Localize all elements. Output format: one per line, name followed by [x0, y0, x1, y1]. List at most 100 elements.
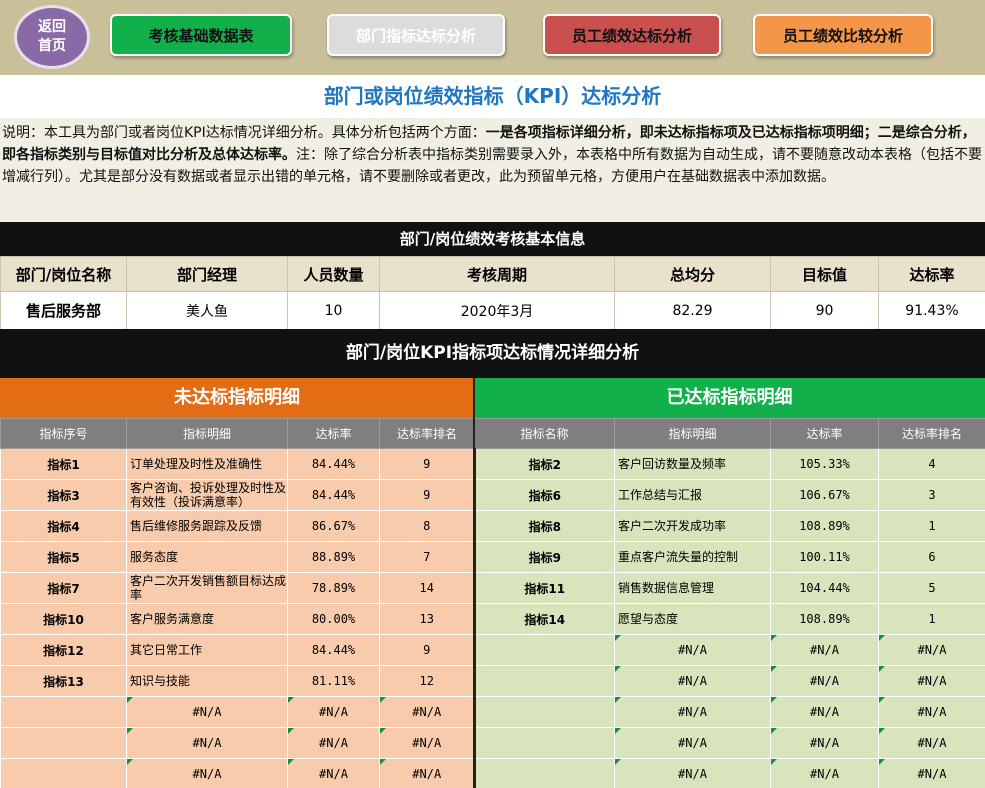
met-rate-cell[interactable]: #N/A: [770, 634, 879, 666]
met-index-cell[interactable]: 指标2: [474, 448, 615, 480]
met-rate-cell[interactable]: 106.67%: [770, 479, 879, 511]
employee-kpi-analysis-button[interactable]: 员工绩效达标分析: [543, 14, 721, 56]
met-rank-cell[interactable]: 3: [878, 479, 985, 511]
dept-name-cell[interactable]: 售后服务部: [0, 291, 127, 330]
met-detail-cell[interactable]: #N/A: [614, 696, 771, 728]
met-index-cell[interactable]: [474, 727, 615, 759]
met-index-cell[interactable]: 指标11: [474, 572, 615, 604]
unmet-index-cell[interactable]: 指标3: [0, 479, 127, 511]
met-rank-cell[interactable]: 1: [878, 510, 985, 542]
unmet-rank-cell[interactable]: 9: [379, 634, 476, 666]
unmet-rate-cell[interactable]: #N/A: [287, 758, 380, 788]
unmet-rank-cell[interactable]: 14: [379, 572, 476, 604]
met-rank-cell[interactable]: #N/A: [878, 758, 985, 788]
unmet-index-cell[interactable]: 指标5: [0, 541, 127, 573]
unmet-index-cell[interactable]: 指标1: [0, 448, 127, 480]
met-index-cell[interactable]: [474, 696, 615, 728]
unmet-detail-cell[interactable]: 其它日常工作: [126, 634, 288, 666]
met-rate-cell[interactable]: 108.89%: [770, 510, 879, 542]
met-index-cell[interactable]: [474, 634, 615, 666]
unmet-detail-cell[interactable]: 知识与技能: [126, 665, 288, 697]
met-rate-cell[interactable]: #N/A: [770, 696, 879, 728]
met-detail-cell[interactable]: 重点客户流失量的控制: [614, 541, 771, 573]
unmet-rank-cell[interactable]: 9: [379, 479, 476, 511]
unmet-rate-cell[interactable]: 81.11%: [287, 665, 380, 697]
unmet-rank-cell[interactable]: #N/A: [379, 758, 476, 788]
met-index-cell[interactable]: [474, 665, 615, 697]
unmet-index-cell[interactable]: [0, 758, 127, 788]
unmet-rank-cell[interactable]: 7: [379, 541, 476, 573]
avg-score-cell[interactable]: 82.29: [614, 291, 771, 330]
rate-cell[interactable]: 91.43%: [878, 291, 985, 330]
dept-kpi-analysis-button[interactable]: 部门指标达标分析: [327, 14, 505, 56]
met-detail-cell[interactable]: 销售数据信息管理: [614, 572, 771, 604]
unmet-detail-cell[interactable]: 客户服务满意度: [126, 603, 288, 635]
unmet-rate-cell[interactable]: 88.89%: [287, 541, 380, 573]
met-detail-cell[interactable]: #N/A: [614, 634, 771, 666]
unmet-rate-cell[interactable]: 84.44%: [287, 448, 380, 480]
unmet-rate-cell[interactable]: 80.00%: [287, 603, 380, 635]
met-detail-cell[interactable]: 工作总结与汇报: [614, 479, 771, 511]
met-rank-cell[interactable]: #N/A: [878, 665, 985, 697]
unmet-rank-cell[interactable]: 8: [379, 510, 476, 542]
basic-data-button[interactable]: 考核基础数据表: [110, 14, 292, 56]
met-rank-cell[interactable]: #N/A: [878, 634, 985, 666]
unmet-rate-cell[interactable]: 86.67%: [287, 510, 380, 542]
unmet-rank-cell[interactable]: 12: [379, 665, 476, 697]
period-cell[interactable]: 2020年3月: [379, 291, 615, 330]
met-detail-cell[interactable]: #N/A: [614, 665, 771, 697]
unmet-rate-cell[interactable]: 84.44%: [287, 479, 380, 511]
unmet-index-cell[interactable]: 指标7: [0, 572, 127, 604]
met-detail-cell[interactable]: #N/A: [614, 758, 771, 788]
met-index-cell[interactable]: 指标8: [474, 510, 615, 542]
met-detail-cell[interactable]: 客户回访数量及频率: [614, 448, 771, 480]
employee-compare-button[interactable]: 员工绩效比较分析: [753, 14, 933, 56]
met-index-cell[interactable]: [474, 758, 615, 788]
unmet-rank-cell[interactable]: #N/A: [379, 727, 476, 759]
unmet-rate-cell[interactable]: #N/A: [287, 696, 380, 728]
met-rate-cell[interactable]: 100.11%: [770, 541, 879, 573]
met-rate-cell[interactable]: 105.33%: [770, 448, 879, 480]
headcount-cell[interactable]: 10: [287, 291, 380, 330]
met-rank-cell[interactable]: 4: [878, 448, 985, 480]
met-detail-cell[interactable]: #N/A: [614, 727, 771, 759]
unmet-index-cell[interactable]: 指标4: [0, 510, 127, 542]
manager-cell[interactable]: 美人鱼: [126, 291, 288, 330]
unmet-detail-cell[interactable]: #N/A: [126, 758, 288, 788]
unmet-index-cell[interactable]: 指标12: [0, 634, 127, 666]
met-rate-cell[interactable]: 108.89%: [770, 603, 879, 635]
unmet-rank-cell[interactable]: 9: [379, 448, 476, 480]
met-rank-cell[interactable]: 5: [878, 572, 985, 604]
met-rank-cell[interactable]: #N/A: [878, 727, 985, 759]
unmet-rank-cell[interactable]: 13: [379, 603, 476, 635]
met-rank-cell[interactable]: 6: [878, 541, 985, 573]
unmet-detail-cell[interactable]: 售后维修服务跟踪及反馈: [126, 510, 288, 542]
met-detail-cell[interactable]: 愿望与态度: [614, 603, 771, 635]
met-rate-cell[interactable]: 104.44%: [770, 572, 879, 604]
unmet-detail-cell[interactable]: #N/A: [126, 727, 288, 759]
unmet-index-cell[interactable]: 指标10: [0, 603, 127, 635]
met-index-cell[interactable]: 指标6: [474, 479, 615, 511]
unmet-rate-cell[interactable]: 84.44%: [287, 634, 380, 666]
unmet-detail-cell[interactable]: 客户咨询、投诉处理及时性及有效性（投诉满意率）: [126, 479, 288, 511]
unmet-index-cell[interactable]: [0, 696, 127, 728]
unmet-detail-cell[interactable]: 客户二次开发销售额目标达成率: [126, 572, 288, 604]
met-detail-cell[interactable]: 客户二次开发成功率: [614, 510, 771, 542]
unmet-rate-cell[interactable]: 78.89%: [287, 572, 380, 604]
met-index-cell[interactable]: 指标14: [474, 603, 615, 635]
unmet-index-cell[interactable]: [0, 727, 127, 759]
unmet-index-cell[interactable]: 指标13: [0, 665, 127, 697]
unmet-detail-cell[interactable]: 订单处理及时性及准确性: [126, 448, 288, 480]
met-rate-cell[interactable]: #N/A: [770, 758, 879, 788]
target-cell[interactable]: 90: [770, 291, 879, 330]
met-index-cell[interactable]: 指标9: [474, 541, 615, 573]
unmet-detail-cell[interactable]: #N/A: [126, 696, 288, 728]
met-rate-cell[interactable]: #N/A: [770, 665, 879, 697]
unmet-rank-cell[interactable]: #N/A: [379, 696, 476, 728]
met-rank-cell[interactable]: #N/A: [878, 696, 985, 728]
home-button[interactable]: 返回 首页: [14, 5, 90, 69]
met-rate-cell[interactable]: #N/A: [770, 727, 879, 759]
unmet-rate-cell[interactable]: #N/A: [287, 727, 380, 759]
unmet-detail-cell[interactable]: 服务态度: [126, 541, 288, 573]
met-rank-cell[interactable]: 1: [878, 603, 985, 635]
